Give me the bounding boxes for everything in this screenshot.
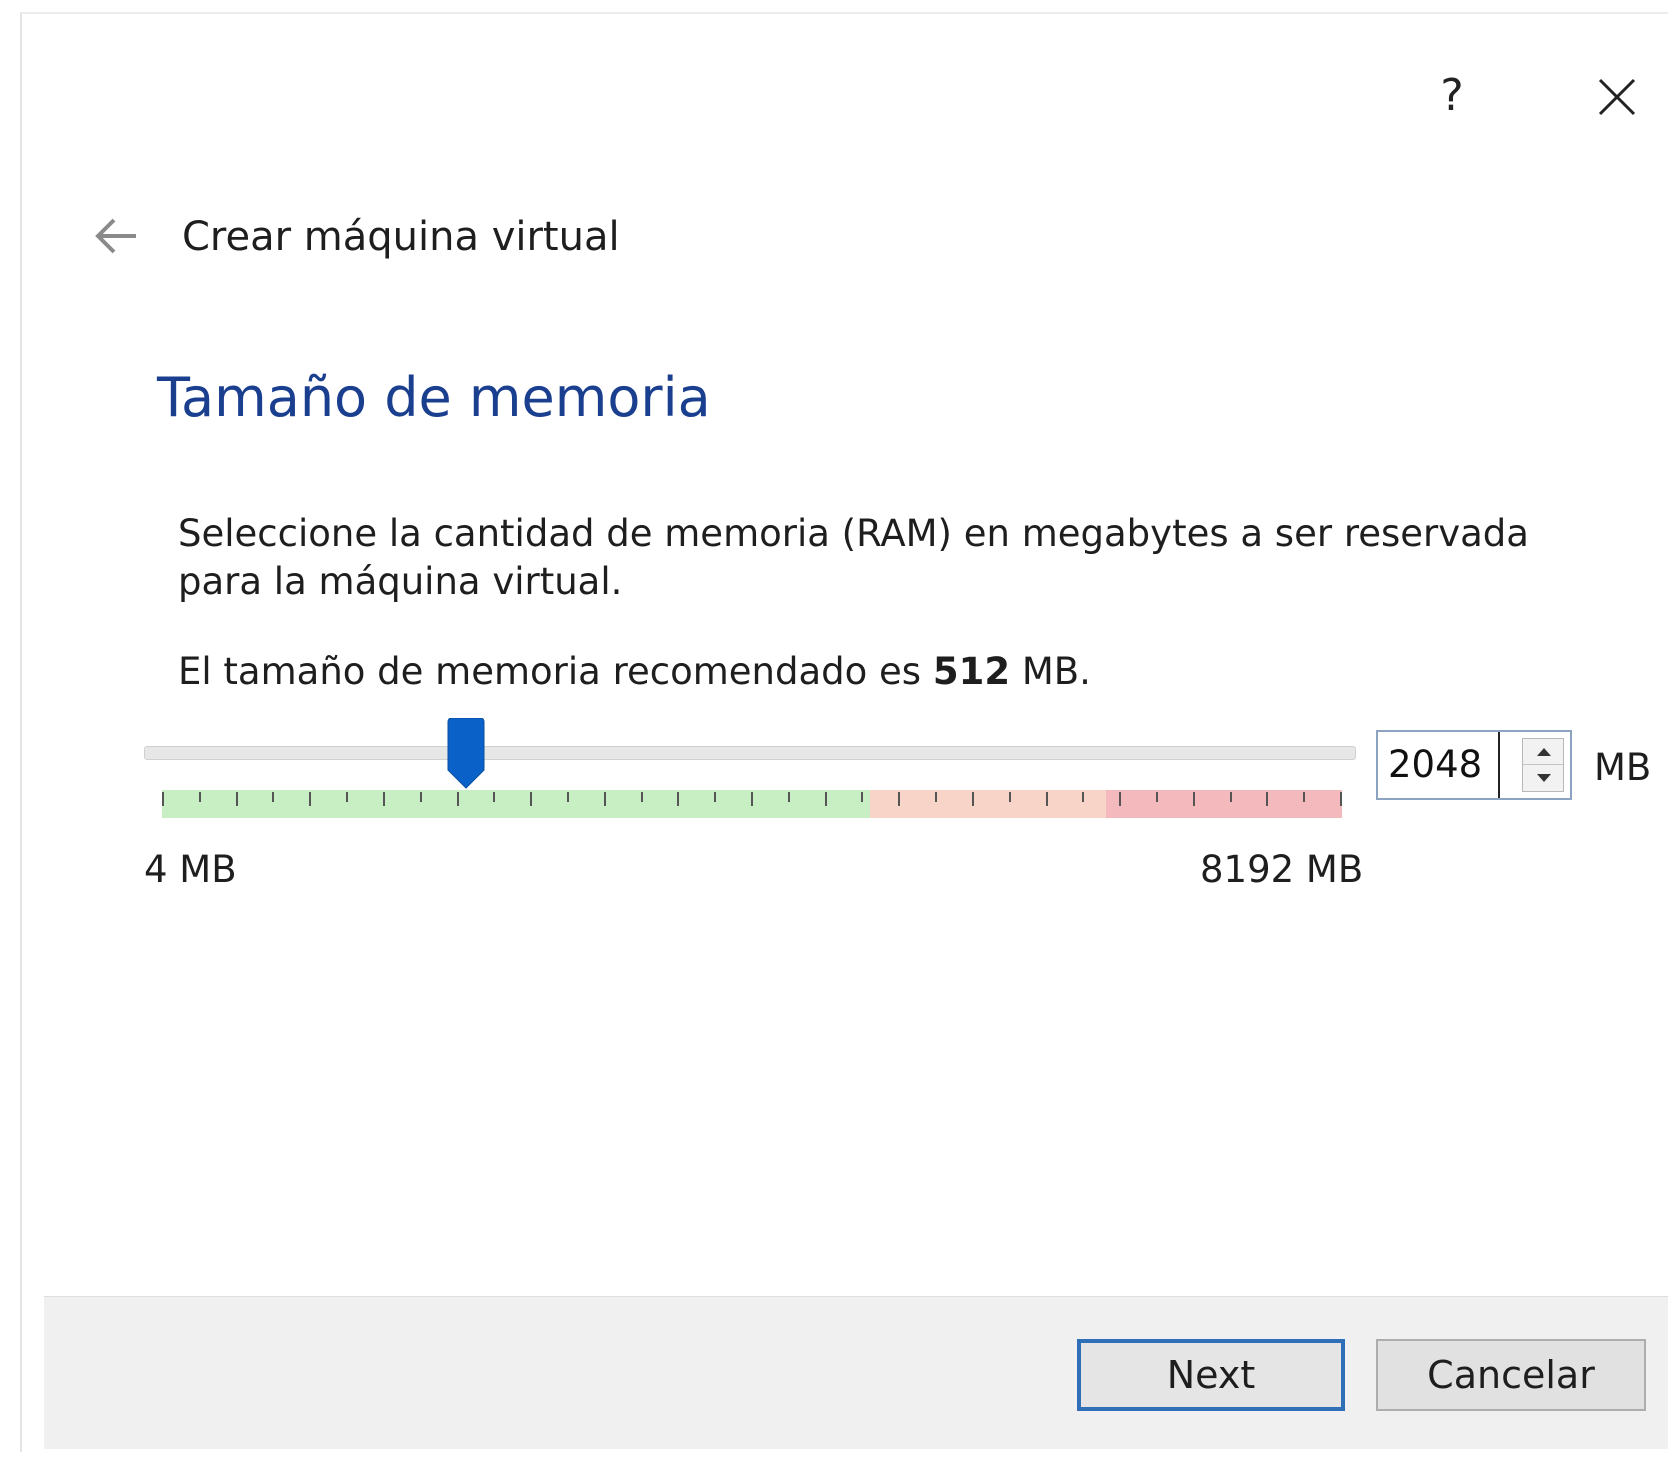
slider-groove[interactable] — [144, 746, 1356, 760]
cancel-button[interactable]: Cancelar — [1376, 1339, 1646, 1411]
back-button[interactable] — [92, 212, 142, 260]
button-bar: Next Cancelar — [44, 1296, 1668, 1449]
slider-min-label: 4 MB — [144, 848, 237, 891]
safe-zone — [162, 790, 870, 818]
help-icon: ? — [1440, 70, 1464, 121]
spin-buttons — [1522, 738, 1564, 792]
spin-down-button[interactable] — [1523, 765, 1563, 791]
description-text: Seleccione la cantidad de memoria (RAM) … — [178, 512, 1529, 603]
chevron-up-icon — [1537, 748, 1551, 756]
wizard-title: Crear máquina virtual — [182, 214, 620, 260]
close-icon — [1598, 78, 1636, 116]
recommended-value: 512 — [932, 650, 1011, 693]
spin-up-button[interactable] — [1523, 739, 1563, 765]
recommended-suffix: MB. — [1021, 650, 1091, 693]
recommended-text: El tamaño de memoria recomendado es 512 … — [178, 650, 1091, 693]
back-arrow-icon — [95, 218, 136, 254]
slider-scale — [162, 790, 1342, 818]
close-button[interactable] — [1592, 72, 1642, 122]
next-button[interactable]: Next — [1077, 1339, 1345, 1411]
page-heading: Tamaño de memoria — [157, 366, 711, 429]
screen: ? Crear máquina virtual Tamaño de memori… — [0, 0, 1668, 1463]
warning-zone — [870, 790, 1106, 818]
help-button[interactable]: ? — [1432, 66, 1472, 126]
recommended-prefix: El tamaño de memoria recomendado es — [178, 650, 922, 693]
memory-unit-label: MB — [1594, 746, 1652, 789]
memory-spinbox[interactable] — [1376, 730, 1572, 800]
slider-handle[interactable] — [446, 718, 486, 790]
memory-slider[interactable] — [144, 718, 1356, 828]
chevron-down-icon — [1537, 774, 1551, 782]
danger-zone — [1106, 790, 1342, 818]
memory-value-input[interactable] — [1388, 732, 1500, 798]
slider-max-label: 8192 MB — [1200, 848, 1364, 891]
